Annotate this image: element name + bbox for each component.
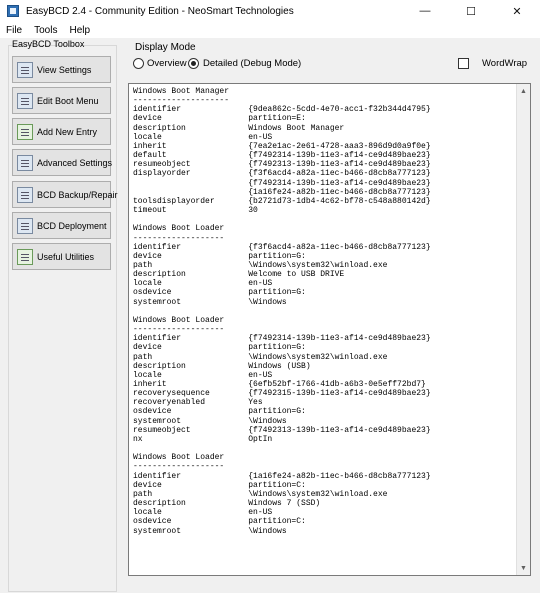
output-line: description Windows 7 (SSD) [133,499,321,509]
output-line: locale en-US [133,132,273,142]
output-line: osdevice partition=C: [133,517,306,527]
display-mode-options: Overview Detailed (Debug Mode) WordWrap [131,57,529,71]
bcd-output-textbox[interactable]: Windows Boot Manager --------------------… [128,83,531,576]
minimize-button[interactable]: — [402,0,448,22]
output-line: default {f7492314-139b-11e3-af14-ce9d489… [133,151,431,161]
view-settings-button[interactable]: View Settings [12,56,111,83]
menu-help[interactable]: Help [69,25,90,36]
bcd-backup-repair-icon [17,186,33,203]
output-line: {f7492314-139b-11e3-af14-ce9d489bae23} [133,178,431,188]
output-line: description Windows Boot Manager [133,123,345,133]
display-mode-title: Display Mode [135,42,196,53]
output-line: device partition=G: [133,251,306,261]
useful-utilities-label: Useful Utilities [37,251,95,262]
output-line: osdevice partition=G: [133,288,306,298]
output-line: identifier {f7492314-139b-11e3-af14-ce9d… [133,334,431,344]
wordwrap-label[interactable]: WordWrap [482,58,527,69]
output-line: systemroot \Windows [133,416,287,426]
output-line: Windows Boot Loader [133,315,225,325]
scroll-up-icon[interactable]: ▲ [517,84,530,98]
output-line: locale en-US [133,370,273,380]
output-line: inherit {6efb52bf-1766-41db-a6b3-0e5eff7… [133,380,426,389]
overview-radio[interactable] [133,58,144,69]
title-bar: EasyBCD 2.4 - Community Edition - NeoSma… [0,0,540,22]
output-line: toolsdisplayorder {b2721d73-1db4-4c62-bf… [133,196,431,206]
output-line: device partition=E: [133,114,306,124]
advanced-settings-icon [17,154,33,171]
output-line: locale en-US [133,279,273,289]
bcd-output-text: Windows Boot Manager --------------------… [133,87,431,536]
output-line: identifier {f3f6acd4-a82a-11ec-b466-d8cb… [133,242,431,252]
output-line: ------------------- [133,325,225,335]
overview-label[interactable]: Overview [147,58,187,69]
detailed-label[interactable]: Detailed (Debug Mode) [203,58,301,69]
output-line: resumeobject {f7492313-139b-11e3-af14-ce… [133,425,431,435]
menu-file[interactable]: File [6,25,22,36]
edit-boot-menu-label: Edit Boot Menu [37,95,99,106]
app-icon [7,5,19,17]
scroll-down-icon[interactable]: ▼ [517,561,530,575]
output-line: ------------------- [133,462,225,472]
output-line: Windows Boot Manager [133,87,230,96]
detailed-radio[interactable] [188,58,199,69]
output-line: path \Windows\system32\winload.exe [133,352,388,362]
bcd-deployment-icon [17,217,33,234]
output-line: device partition=G: [133,343,306,353]
output-line: timeout 30 [133,206,258,216]
output-line: Windows Boot Loader [133,224,225,234]
edit-boot-menu-icon [17,92,33,109]
window-title: EasyBCD 2.4 - Community Edition - NeoSma… [26,5,294,17]
output-line: identifier {1a16fe24-a82b-11ec-b466-d8cb… [133,471,431,481]
menu-bar: File Tools Help [0,22,540,38]
output-line: recoverysequence {f7492315-139b-11e3-af1… [133,389,431,399]
output-line: identifier {9dea862c-5cdd-4e70-acc1-f32b… [133,105,431,115]
add-new-entry-button[interactable]: Add New Entry [12,118,111,145]
output-line: path \Windows\system32\winload.exe [133,489,388,499]
view-settings-icon [17,61,33,78]
output-line: recoveryenabled Yes [133,398,263,408]
useful-utilities-button[interactable]: Useful Utilities [12,243,111,270]
add-new-entry-icon [17,123,33,140]
window-controls: — ☐ ✕ [402,0,540,22]
output-line: resumeobject {f7492313-139b-11e3-af14-ce… [133,160,431,170]
output-line: systemroot \Windows [133,526,287,536]
advanced-settings-button[interactable]: Advanced Settings [12,149,113,176]
output-line: ------------------- [133,233,225,243]
output-line: device partition=C: [133,480,306,490]
bcd-backup-repair-label: BCD Backup/Repair [37,189,118,200]
useful-utilities-icon [17,248,33,265]
edit-boot-menu-button[interactable]: Edit Boot Menu [12,87,111,114]
output-line: osdevice partition=G: [133,407,306,417]
output-line: systemroot \Windows [133,297,287,307]
output-line: inherit {7ea2e1ac-2e61-4728-aaa3-896d9d0… [133,141,431,151]
bcd-deployment-button[interactable]: BCD Deployment [12,212,111,239]
advanced-settings-label: Advanced Settings [37,157,113,168]
output-line: description Windows (USB) [133,361,311,371]
output-line: displayorder {f3f6acd4-a82a-11ec-b466-d8… [133,169,431,179]
toolbox-title: EasyBCD Toolbox [12,39,85,49]
menu-tools[interactable]: Tools [34,25,57,36]
output-line: path \Windows\system32\winload.exe [133,260,388,270]
maximize-button[interactable]: ☐ [448,0,494,22]
bcd-backup-repair-button[interactable]: BCD Backup/Repair [12,181,118,208]
view-settings-label: View Settings [37,64,92,75]
output-line: -------------------- [133,96,230,106]
output-line: {1a16fe24-a82b-11ec-b466-d8cb8a777123} [133,187,431,197]
output-line: Windows Boot Loader [133,453,225,463]
output-line: description Welcome to USB DRIVE [133,270,345,280]
output-line: nx OptIn [133,434,273,444]
add-new-entry-label: Add New Entry [37,126,98,137]
output-scrollbar[interactable]: ▲ ▼ [516,84,530,575]
wordwrap-checkbox[interactable] [458,58,469,69]
close-button[interactable]: ✕ [494,0,540,22]
bcd-deployment-label: BCD Deployment [37,220,107,231]
output-line: locale en-US [133,508,273,518]
